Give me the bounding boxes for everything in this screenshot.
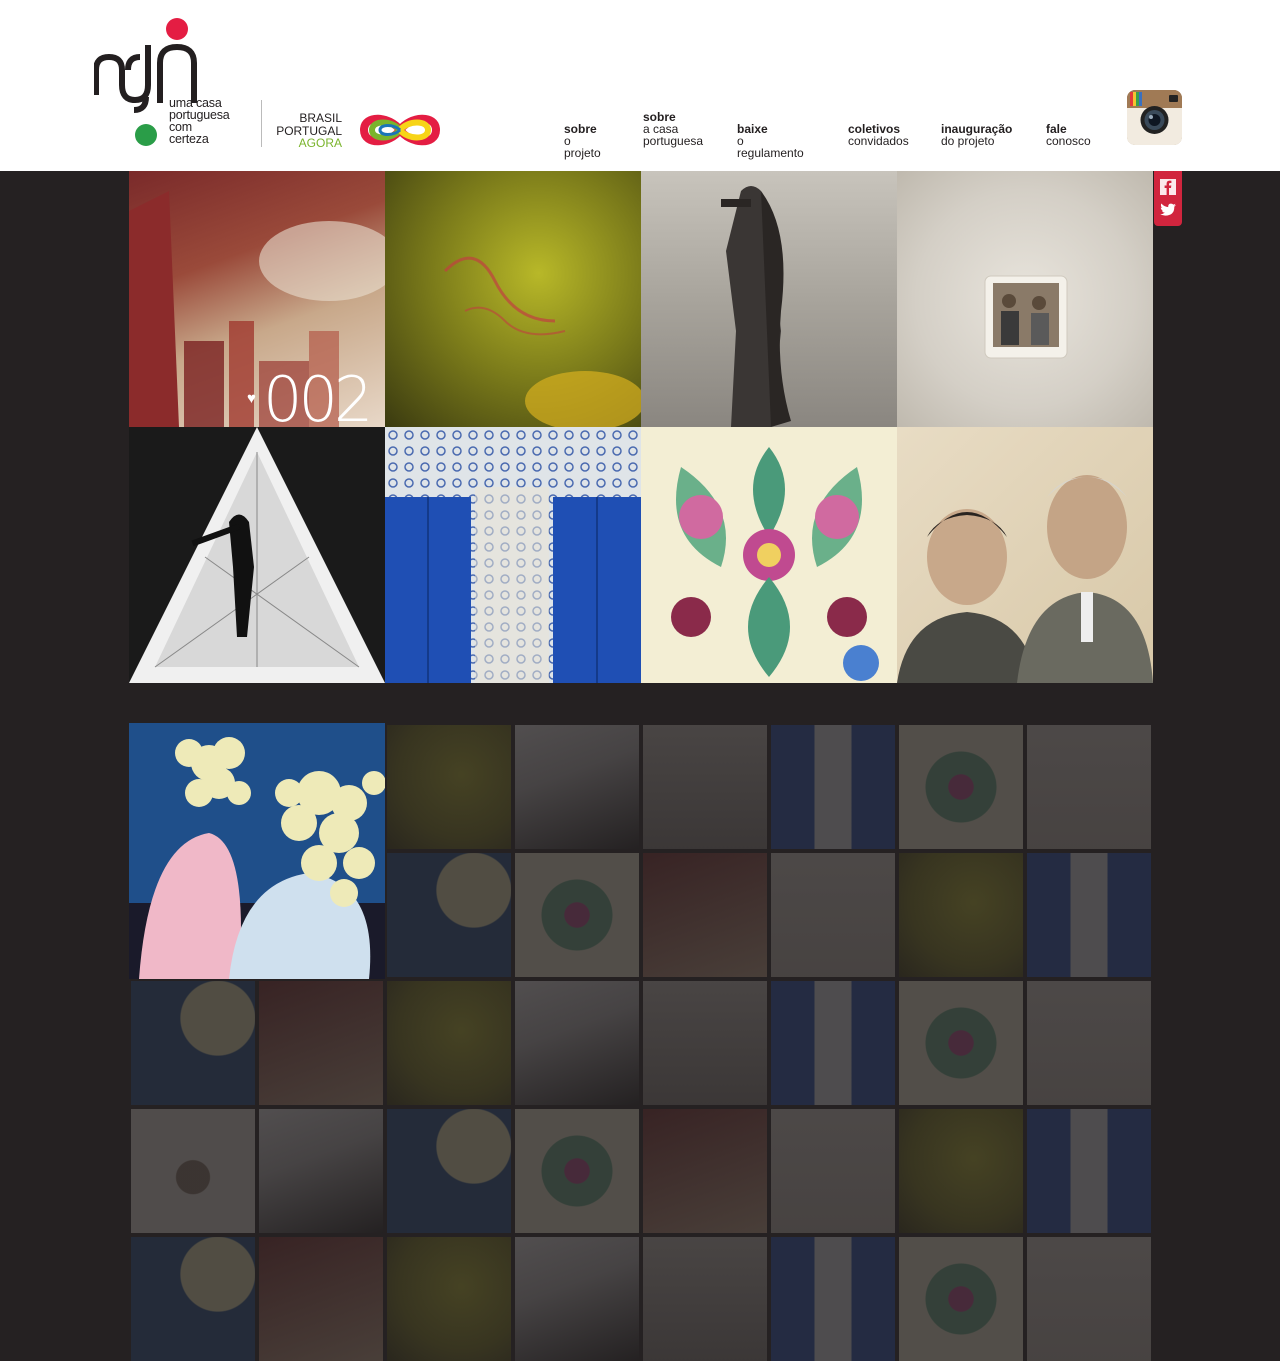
tile-popcorn[interactable]	[129, 723, 385, 979]
mosaic-thumb[interactable]	[515, 1237, 639, 1361]
doors-photo-icon	[385, 427, 641, 683]
twitter-icon[interactable]	[1160, 202, 1176, 218]
mosaic-thumb[interactable]	[387, 725, 511, 849]
mosaic-thumb[interactable]	[643, 1237, 767, 1361]
logo-text: uma casa portuguesa com certeza	[169, 97, 230, 146]
nav-baixe-regulamento[interactable]: baixe o regulamento	[737, 123, 804, 159]
triangle-photo-icon	[129, 427, 385, 683]
mosaic-thumb[interactable]	[131, 981, 255, 1105]
heart-icon[interactable]: ♥	[247, 390, 256, 407]
mosaic-thumb[interactable]	[1027, 981, 1151, 1105]
mosaic-thumb[interactable]	[899, 853, 1023, 977]
woman-photo-icon	[721, 186, 791, 427]
infinity-icon	[359, 114, 441, 146]
mosaic-thumb[interactable]	[515, 1109, 639, 1233]
mosaic-thumb[interactable]	[771, 1237, 895, 1361]
nav-coletivos[interactable]: coletivos convidados	[848, 123, 909, 147]
mosaic-thumb[interactable]	[899, 981, 1023, 1105]
mosaic-thumb[interactable]	[259, 1237, 383, 1361]
floral-pattern-icon	[671, 447, 879, 681]
mosaic-thumb[interactable]	[771, 1109, 895, 1233]
photo-frame-icon	[984, 275, 1068, 359]
nav-fale-conosco[interactable]: fale conosco	[1046, 123, 1091, 147]
tile-floral[interactable]	[641, 427, 897, 683]
mosaic-thumb[interactable]	[771, 853, 895, 977]
graffiti-photo-icon	[443, 256, 641, 427]
nav-label-bold: baixe	[737, 122, 768, 136]
mosaic-thumb[interactable]	[515, 853, 639, 977]
nav-label: o projeto	[564, 134, 601, 160]
mosaic-thumb[interactable]	[387, 853, 511, 977]
mosaic-thumb[interactable]	[643, 1109, 767, 1233]
logo-line: certeza	[169, 132, 209, 146]
mosaic-thumb[interactable]	[899, 725, 1023, 849]
nav-label: conosco	[1046, 134, 1091, 148]
mosaic-thumb[interactable]	[1027, 1109, 1151, 1233]
nav-sobre-casa[interactable]: sobre a casa portuguesa	[643, 111, 703, 147]
mosaic-thumb[interactable]	[259, 1109, 383, 1233]
partner-line: BRASIL	[299, 111, 342, 125]
mosaic-thumb[interactable]	[899, 1109, 1023, 1233]
logo[interactable]: uma casa portuguesa com certeza BRASIL P…	[94, 15, 444, 155]
logo-divider	[261, 100, 262, 147]
featured-grid: ♥ 002	[129, 171, 1153, 683]
nav-inauguracao[interactable]: inauguração do projeto	[941, 123, 1012, 147]
mosaic-thumb[interactable]	[1027, 1237, 1151, 1361]
tile-blue-doors[interactable]	[385, 427, 641, 683]
mosaic-thumb[interactable]	[131, 1109, 255, 1233]
instagram-icon[interactable]	[1127, 90, 1182, 145]
mosaic-thumb[interactable]	[387, 1237, 511, 1361]
tile-triangle[interactable]	[129, 427, 385, 683]
mosaic-thumb[interactable]	[643, 853, 767, 977]
nav-label: do projeto	[941, 134, 995, 148]
nav-sobre-projeto[interactable]: sobre o projeto	[564, 123, 601, 159]
mosaic-thumb[interactable]	[259, 981, 383, 1105]
mosaic-thumb[interactable]	[899, 1237, 1023, 1361]
mosaic-thumb[interactable]	[131, 1237, 255, 1361]
mosaic-thumb[interactable]	[387, 981, 511, 1105]
tile-frame[interactable]	[897, 171, 1153, 427]
mosaic-thumb[interactable]	[1027, 853, 1151, 977]
counter-number: 002	[263, 363, 373, 436]
facebook-icon[interactable]	[1160, 179, 1176, 195]
partner-line: AGORA	[298, 136, 342, 150]
header: uma casa portuguesa com certeza BRASIL P…	[0, 0, 1280, 171]
nav-label: portuguesa	[643, 134, 704, 148]
mosaic-thumb[interactable]	[771, 725, 895, 849]
mosaic-thumb[interactable]	[515, 725, 639, 849]
mosaic-thumb[interactable]	[643, 725, 767, 849]
tile-woman-beach[interactable]	[641, 171, 897, 427]
popcorn-photo-icon	[129, 723, 385, 979]
mosaic-thumb[interactable]	[643, 981, 767, 1105]
portrait-photo-icon	[897, 475, 1153, 683]
tile-yellow[interactable]	[385, 171, 641, 427]
mosaic-thumb[interactable]	[387, 1109, 511, 1233]
nav-label: o regulamento	[737, 134, 804, 160]
partner-text: BRASIL PORTUGAL AGORA	[272, 112, 342, 150]
mosaic-thumb[interactable]	[771, 981, 895, 1105]
social-bar	[1154, 171, 1182, 226]
tile-portrait[interactable]	[897, 427, 1153, 683]
nav-label: convidados	[848, 134, 909, 148]
mosaic-thumb[interactable]	[1027, 725, 1151, 849]
mosaic-thumb[interactable]	[515, 981, 639, 1105]
